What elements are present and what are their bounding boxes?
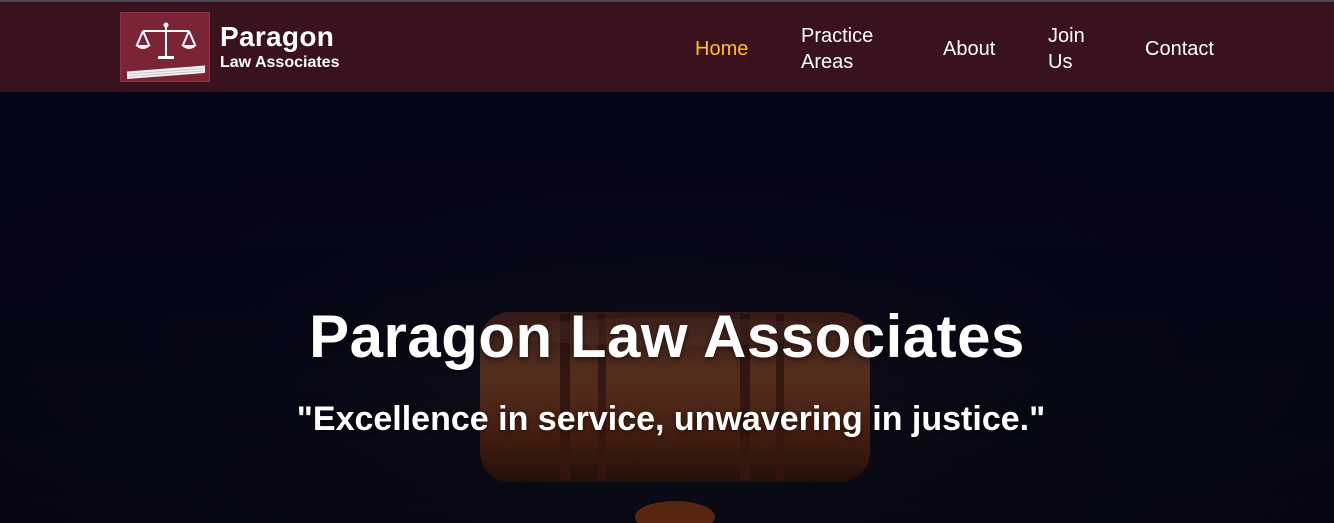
nav-contact[interactable]: Contact bbox=[1145, 36, 1214, 62]
nav-home[interactable]: Home bbox=[695, 36, 748, 62]
page: Paragon Law Associates Home Practice Are… bbox=[0, 0, 1334, 523]
hero-title: Paragon Law Associates bbox=[309, 303, 1025, 370]
nav-join-us[interactable]: Join Us bbox=[1048, 23, 1093, 75]
hero-tagline: "Excellence in service, unwavering in ju… bbox=[296, 400, 1046, 438]
nav-practice-areas[interactable]: Practice Areas bbox=[801, 23, 891, 75]
hero-section: Paragon Law Associates "Excellence in se… bbox=[0, 92, 1334, 523]
top-navbar: Paragon Law Associates Home Practice Are… bbox=[0, 0, 1334, 92]
main-nav: Home Practice Areas About Join Us Contac… bbox=[0, 2, 1334, 94]
nav-about[interactable]: About bbox=[943, 36, 995, 62]
